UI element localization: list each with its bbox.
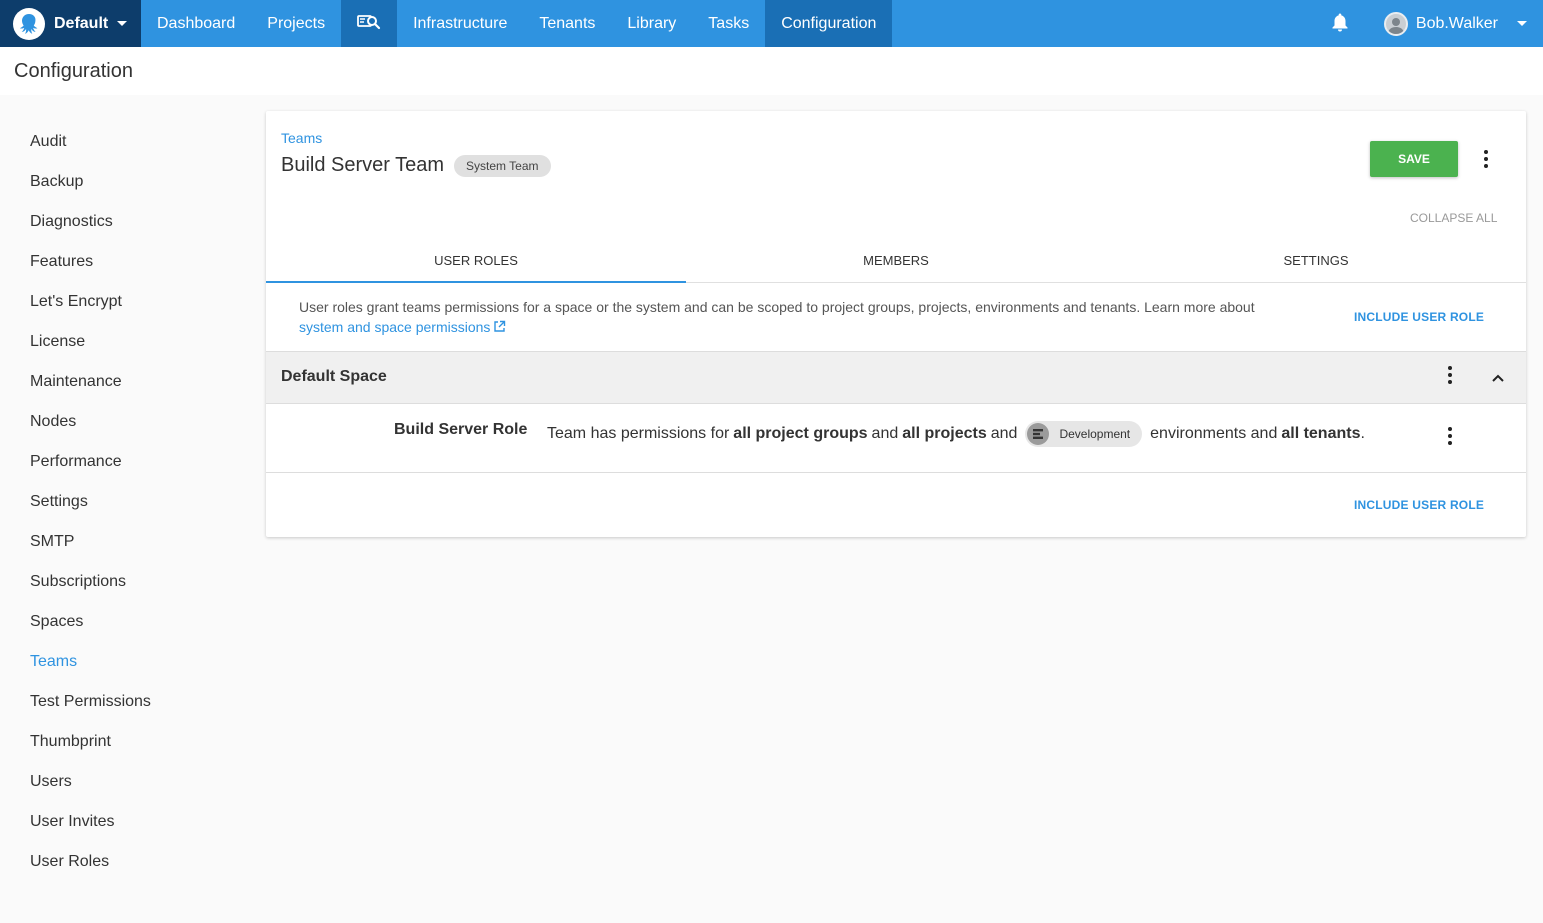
- nav-dashboard[interactable]: Dashboard: [141, 0, 251, 47]
- nav-library[interactable]: Library: [611, 0, 692, 47]
- team-title: Build Server Team System Team: [281, 154, 551, 177]
- sidebar-item-settings[interactable]: Settings: [0, 482, 260, 522]
- sidebar-item-teams[interactable]: Teams: [0, 642, 260, 682]
- tab-user-roles[interactable]: USER ROLES: [266, 239, 686, 283]
- sidebar-item-maintenance[interactable]: Maintenance: [0, 362, 260, 402]
- user-roles-description: User roles grant teams permissions for a…: [299, 297, 1309, 338]
- sidebar-item-subscriptions[interactable]: Subscriptions: [0, 562, 260, 602]
- more-options-icon[interactable]: [1440, 424, 1460, 448]
- bell-icon: [1331, 12, 1349, 35]
- page-header: Configuration: [0, 47, 1543, 95]
- tab-settings[interactable]: SETTINGS: [1106, 239, 1526, 282]
- sidebar-item-license[interactable]: License: [0, 322, 260, 362]
- sidebar-item-users[interactable]: Users: [0, 762, 260, 802]
- nav-tasks[interactable]: Tasks: [692, 0, 765, 47]
- nav-projects[interactable]: Projects: [251, 0, 341, 47]
- search-icon: [357, 12, 381, 35]
- sidebar-item-smtp[interactable]: SMTP: [0, 522, 260, 562]
- include-user-role-button[interactable]: INCLUDE USER ROLE: [1354, 310, 1484, 324]
- space-name: Default: [54, 14, 109, 32]
- team-card: Teams Build Server Team System Team SAVE…: [266, 111, 1526, 537]
- sidebar-item-thumbprint[interactable]: Thumbprint: [0, 722, 260, 762]
- sidebar-item-user-roles[interactable]: User Roles: [0, 842, 260, 882]
- more-options-icon[interactable]: [1440, 363, 1460, 387]
- more-options-icon[interactable]: [1476, 147, 1496, 171]
- sidebar-item-features[interactable]: Features: [0, 242, 260, 282]
- sidebar: Audit Backup Diagnostics Features Let's …: [0, 122, 260, 882]
- page-heading: Build Server Team: [281, 154, 445, 176]
- octopus-logo-icon: [13, 7, 45, 40]
- info-text: User roles grant teams permissions for a…: [299, 299, 1255, 315]
- page-title: Configuration: [14, 59, 133, 82]
- sidebar-item-nodes[interactable]: Nodes: [0, 402, 260, 442]
- sidebar-item-diagnostics[interactable]: Diagnostics: [0, 202, 260, 242]
- sidebar-item-user-invites[interactable]: User Invites: [0, 802, 260, 842]
- sidebar-item-test-permissions[interactable]: Test Permissions: [0, 682, 260, 722]
- avatar: [1383, 11, 1408, 36]
- environment-chip: Development: [1025, 421, 1143, 447]
- sidebar-item-backup[interactable]: Backup: [0, 162, 260, 202]
- top-nav: Default Dashboard Projects Infrastructur…: [0, 0, 1543, 47]
- permissions-link[interactable]: system and space permissions: [299, 319, 506, 335]
- environment-icon: [1027, 423, 1050, 445]
- user-role-row: Build Server Role Team has permissions f…: [266, 404, 1526, 473]
- sidebar-item-lets-encrypt[interactable]: Let's Encrypt: [0, 282, 260, 322]
- search-button[interactable]: [341, 0, 398, 47]
- sidebar-item-performance[interactable]: Performance: [0, 442, 260, 482]
- nav-infrastructure[interactable]: Infrastructure: [397, 0, 523, 47]
- tabs: USER ROLES MEMBERS SETTINGS: [266, 239, 1526, 283]
- chevron-down-icon: [117, 21, 128, 26]
- chevron-down-icon: [1517, 21, 1527, 26]
- sidebar-item-spaces[interactable]: Spaces: [0, 602, 260, 642]
- role-name: Build Server Role: [394, 421, 528, 438]
- space-switcher[interactable]: Default: [0, 0, 141, 47]
- chevron-up-icon[interactable]: [1490, 370, 1506, 389]
- notifications-button[interactable]: [1312, 0, 1368, 47]
- save-button[interactable]: SAVE: [1370, 141, 1458, 177]
- sidebar-item-audit[interactable]: Audit: [0, 122, 260, 162]
- nav-configuration[interactable]: Configuration: [765, 0, 893, 47]
- include-user-role-button[interactable]: INCLUDE USER ROLE: [1354, 498, 1484, 512]
- external-link-icon: [493, 318, 506, 338]
- collapse-all-button[interactable]: COLLAPSE ALL: [1410, 211, 1497, 225]
- role-scope-description: Team has permissions for all project gro…: [547, 421, 1365, 447]
- space-title: Default Space: [281, 368, 387, 385]
- breadcrumb[interactable]: Teams: [281, 130, 322, 146]
- nav-tenants[interactable]: Tenants: [523, 0, 611, 47]
- space-section-header[interactable]: Default Space: [266, 351, 1526, 404]
- tab-members[interactable]: MEMBERS: [686, 239, 1106, 282]
- user-menu[interactable]: Bob.Walker: [1368, 0, 1543, 47]
- user-name: Bob.Walker: [1415, 14, 1498, 32]
- system-team-badge: System Team: [454, 154, 551, 177]
